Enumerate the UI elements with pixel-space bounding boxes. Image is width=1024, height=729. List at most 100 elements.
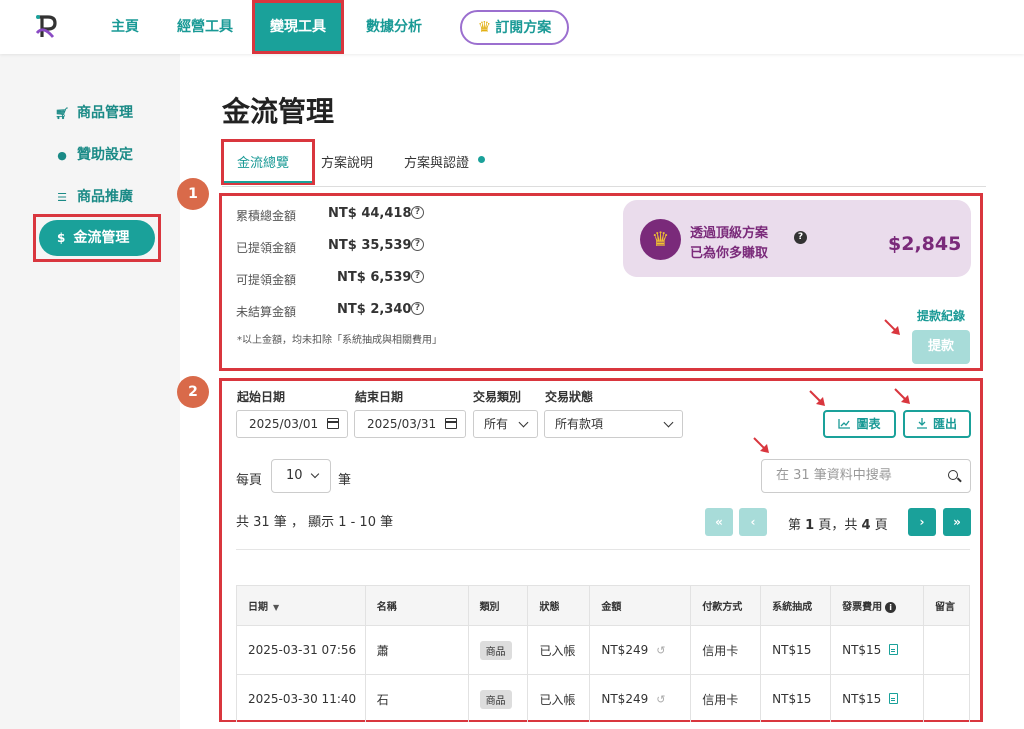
top-nav: 主頁 經營工具 變現工具 數據分析 ♛ 訂閱方案 bbox=[0, 0, 1024, 54]
end-date-input[interactable]: 2025/03/31 bbox=[354, 410, 466, 438]
crown-icon: ♛ bbox=[477, 18, 492, 36]
notification-dot bbox=[478, 156, 485, 163]
page-middle: 頁，共 bbox=[818, 518, 858, 533]
sidebar-item-payments[interactable]: $ 金流管理 bbox=[39, 220, 155, 256]
promo-amount: $2,845 bbox=[888, 233, 962, 255]
invoice-value: NT$15 bbox=[842, 643, 882, 657]
app-logo[interactable] bbox=[33, 13, 59, 41]
column-header-label: 日期 bbox=[248, 602, 268, 613]
cell-comment bbox=[922, 674, 971, 724]
status-select[interactable]: 所有款項 bbox=[544, 410, 683, 438]
crown-icon: ♛ bbox=[640, 219, 681, 260]
type-select-value: 所有 bbox=[484, 417, 509, 431]
first-page-button[interactable]: « bbox=[705, 508, 733, 536]
document-icon[interactable] bbox=[889, 644, 899, 655]
info-icon[interactable]: i bbox=[885, 602, 897, 613]
sidebar-item-sponsor[interactable]: ● 贊助設定 bbox=[55, 145, 133, 165]
next-page-button[interactable]: › bbox=[908, 508, 936, 536]
type-label: 交易類別 bbox=[473, 390, 522, 404]
tab-active-underline bbox=[224, 181, 312, 183]
per-page-suffix: 筆 bbox=[338, 473, 352, 488]
sidebar-item-promotion[interactable]: ☰ 商品推廣 bbox=[55, 187, 133, 207]
nav-monetize-tools[interactable]: 變現工具 bbox=[252, 0, 344, 54]
help-icon[interactable]: ? bbox=[411, 302, 424, 315]
nav-analytics[interactable]: 數據分析 bbox=[366, 0, 422, 54]
fee-note: *以上金額，均未扣除「系統抽成與相關費用」 bbox=[237, 335, 442, 346]
status-label: 交易狀態 bbox=[545, 390, 594, 404]
search-placeholder: 在 31 筆資料中搜尋 bbox=[776, 468, 892, 483]
amount-value: NT$249 bbox=[601, 692, 649, 706]
column-header-payment: 付款方式 bbox=[690, 585, 762, 626]
document-icon[interactable] bbox=[889, 693, 899, 704]
last-page-button[interactable]: » bbox=[943, 508, 971, 536]
start-date-input[interactable]: 2025/03/01 bbox=[236, 410, 348, 438]
page-prefix: 第 bbox=[788, 518, 802, 533]
per-page-select[interactable]: 10 bbox=[271, 459, 331, 493]
annotation-arrow-icon bbox=[894, 388, 910, 404]
column-header-invoice: 發票費用 i bbox=[830, 585, 924, 626]
help-icon[interactable]: ? bbox=[411, 270, 424, 283]
column-header-name: 名稱 bbox=[364, 585, 469, 626]
export-button-label: 匯出 bbox=[932, 417, 957, 431]
page-total: 4 bbox=[861, 518, 871, 533]
page-title: 金流管理 bbox=[222, 95, 335, 128]
cell-amount: NT$249 ↺ bbox=[589, 625, 692, 675]
tab-plan-info[interactable]: 方案說明 bbox=[321, 152, 373, 171]
end-date-label: 結束日期 bbox=[355, 390, 404, 404]
type-badge: 商品 bbox=[479, 640, 512, 660]
chart-button[interactable]: 圖表 bbox=[823, 410, 896, 438]
column-header-date[interactable]: 日期 ▼ bbox=[236, 585, 366, 626]
step-marker-1: 1 bbox=[177, 178, 209, 210]
annotation-arrow-icon bbox=[753, 437, 769, 453]
tabs-divider bbox=[222, 186, 986, 187]
tab-plan-certification[interactable]: 方案與認證 bbox=[404, 152, 469, 171]
nav-home[interactable]: 主頁 bbox=[111, 0, 139, 54]
withdraw-history-link[interactable]: 提款紀錄 bbox=[917, 307, 965, 324]
cell-date: 2025-03-30 11:40 bbox=[236, 674, 366, 724]
download-icon bbox=[916, 418, 927, 429]
search-icon[interactable] bbox=[948, 470, 958, 480]
stat-value-total: NT$ 44,418 bbox=[328, 206, 412, 221]
cell-date: 2025-03-31 07:56 bbox=[236, 625, 366, 675]
cell-status: 已入帳 bbox=[527, 674, 591, 724]
column-header-comment: 留言 bbox=[922, 585, 971, 626]
type-select[interactable]: 所有 bbox=[473, 410, 538, 438]
chart-line-icon bbox=[838, 419, 851, 429]
promo-line-1: 透過頂級方案 bbox=[690, 226, 769, 241]
calendar-icon[interactable] bbox=[445, 418, 457, 429]
table-row: 2025-03-31 07:56 蕭 商品 已入帳 NT$249 ↺ 信用卡 NT… bbox=[236, 625, 971, 675]
coin-icon: ● bbox=[57, 149, 67, 162]
nav-business-tools[interactable]: 經營工具 bbox=[177, 0, 233, 54]
table-row: 2025-03-30 11:40 石 商品 已入帳 NT$249 ↺ 信用卡 NT… bbox=[236, 674, 971, 724]
search-input[interactable]: 在 31 筆資料中搜尋 bbox=[761, 459, 971, 493]
chevron-down-icon bbox=[663, 417, 674, 428]
subscribe-label: 訂閱方案 bbox=[495, 20, 552, 36]
end-date-value: 2025/03/31 bbox=[367, 417, 437, 431]
help-icon[interactable]: ? bbox=[411, 238, 424, 251]
cell-type: 商品 bbox=[467, 674, 529, 724]
export-button[interactable]: 匯出 bbox=[903, 410, 971, 438]
start-date-value: 2025/03/01 bbox=[249, 417, 319, 431]
stat-label-total: 累積總金額 bbox=[236, 209, 297, 223]
annotation-arrow-icon bbox=[809, 390, 825, 406]
sidebar-item-products[interactable]: 🛒︎ 商品管理 bbox=[55, 103, 133, 123]
cell-amount: NT$249 ↺ bbox=[589, 674, 692, 724]
refund-icon[interactable]: ↺ bbox=[656, 693, 665, 706]
prev-page-button[interactable]: ‹ bbox=[739, 508, 767, 536]
cell-name: 蕭 bbox=[364, 625, 469, 675]
start-date-label: 起始日期 bbox=[237, 390, 286, 404]
cell-payment: 信用卡 bbox=[690, 674, 762, 724]
results-summary: 共 31 筆 ， 顯示 1 - 10 筆 bbox=[236, 515, 394, 530]
help-icon[interactable]: ? bbox=[411, 206, 424, 219]
cell-type: 商品 bbox=[467, 625, 529, 675]
column-header-amount: 金額 bbox=[589, 585, 692, 626]
tab-overview[interactable]: 金流總覽 bbox=[237, 152, 289, 171]
status-select-value: 所有款項 bbox=[555, 417, 604, 431]
refund-icon[interactable]: ↺ bbox=[656, 644, 665, 657]
subscribe-button[interactable]: ♛ 訂閱方案 bbox=[460, 10, 569, 45]
help-icon[interactable]: ? bbox=[794, 231, 807, 244]
calendar-icon[interactable] bbox=[327, 418, 339, 429]
cell-invoice: NT$15 bbox=[830, 625, 924, 675]
sort-down-icon[interactable]: ▼ bbox=[273, 603, 279, 612]
withdraw-button[interactable]: 提款 bbox=[912, 330, 970, 364]
